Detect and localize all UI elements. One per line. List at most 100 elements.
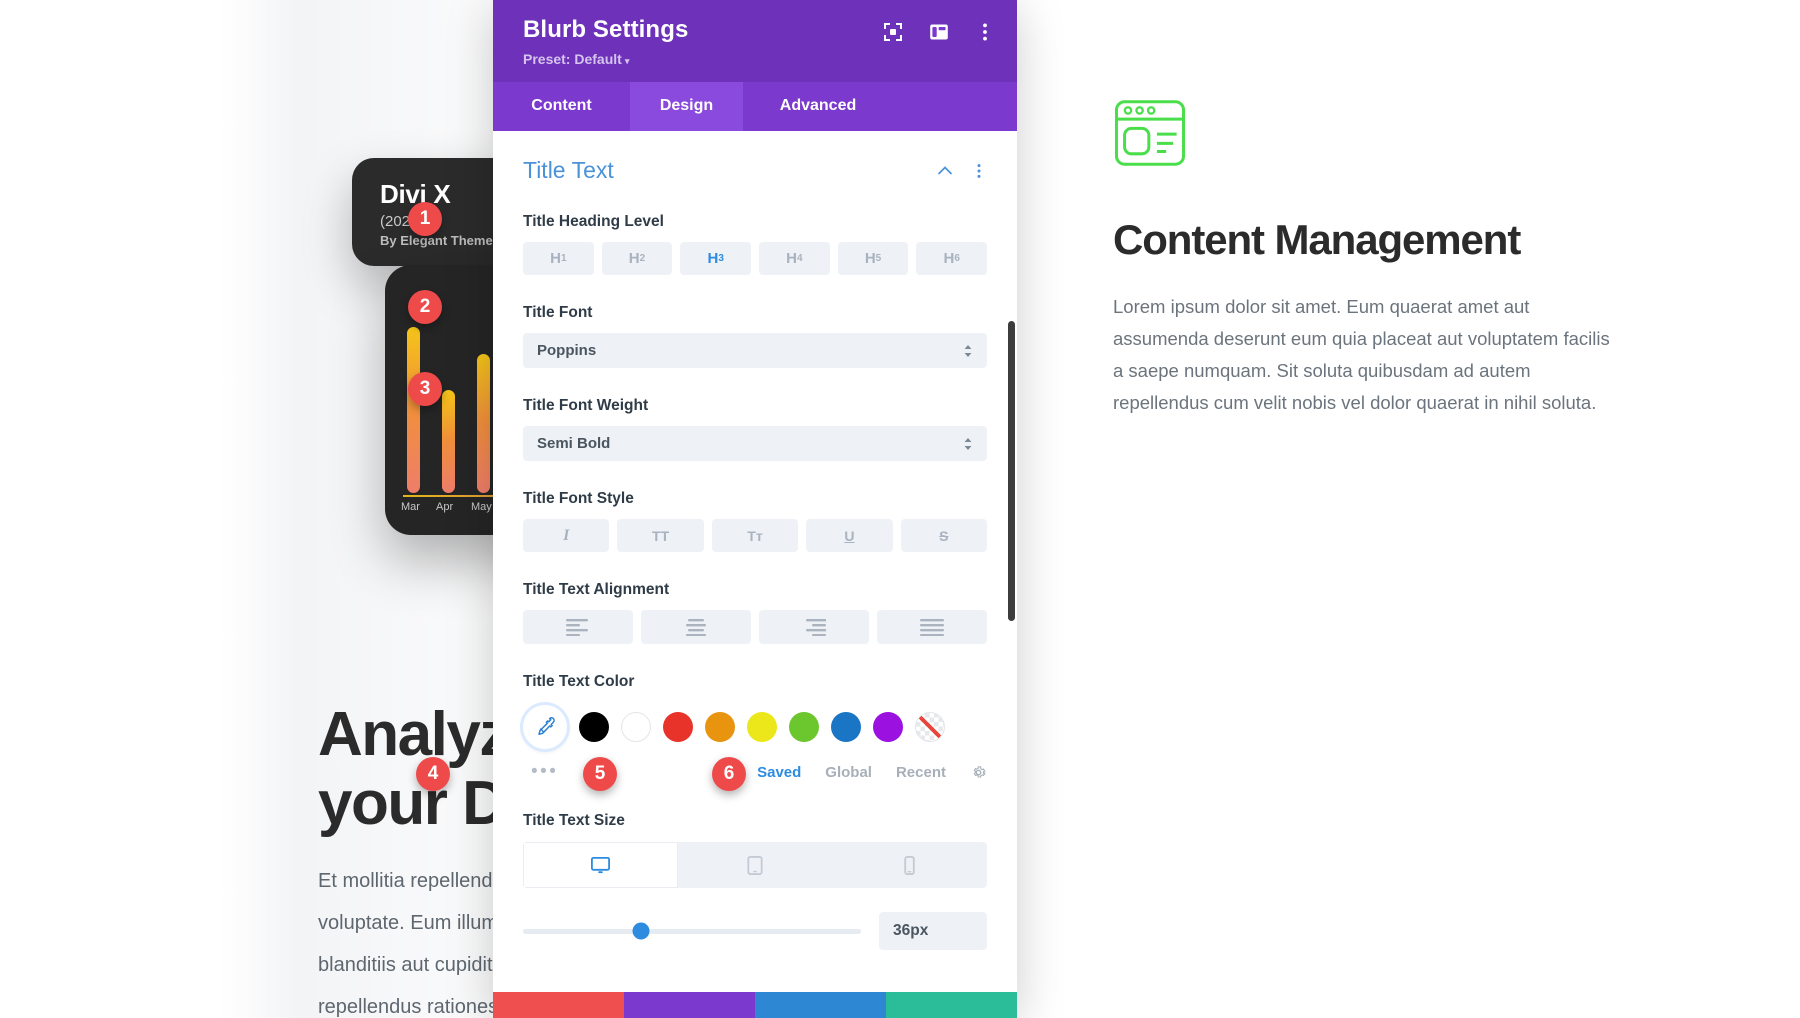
- fullscreen-icon[interactable]: [883, 22, 903, 42]
- chart-label-may: May: [471, 501, 492, 513]
- field-label: Title Font Style: [523, 490, 634, 507]
- tab-design[interactable]: Design: [630, 82, 743, 131]
- color-tab-recent[interactable]: Recent: [896, 764, 946, 781]
- title-font-value: Poppins: [537, 342, 597, 359]
- chart-bar-apr: [442, 390, 455, 493]
- split-view-icon[interactable]: [929, 22, 949, 42]
- title-font-select[interactable]: Poppins: [523, 333, 987, 368]
- color-tab-saved[interactable]: Saved: [757, 764, 801, 781]
- field-label: Title Font: [523, 304, 593, 321]
- annotation-badge-3: 3: [408, 372, 442, 406]
- field-label: Title Font Weight: [523, 397, 649, 414]
- gear-icon[interactable]: [970, 764, 987, 781]
- content-management-block: Content Management Lorem ipsum dolor sit…: [1113, 96, 1633, 418]
- heading-level-h2[interactable]: H2: [601, 242, 673, 275]
- color-swatch-row: [523, 705, 987, 749]
- heading-level-h4[interactable]: H4: [759, 242, 830, 275]
- blurb-settings-modal: Blurb Settings Preset: Default ▾ Content…: [493, 0, 1017, 1018]
- align-justify-button[interactable]: [877, 610, 987, 644]
- color-swatch-orange[interactable]: [705, 712, 735, 742]
- chart-bar-mar: [407, 327, 420, 493]
- more-options-icon[interactable]: [971, 163, 987, 179]
- heading-level-h5[interactable]: H5: [837, 242, 909, 275]
- color-swatch-purple[interactable]: [873, 712, 903, 742]
- preview-title: Content Management: [1113, 216, 1521, 263]
- chart-label-mar: Mar: [401, 501, 420, 513]
- font-style-options: I TT Tт U S: [523, 519, 988, 552]
- annotation-badge-5: 5: [583, 757, 617, 791]
- device-tab-phone[interactable]: [832, 842, 987, 888]
- title-text-section-header: Title Text: [523, 157, 987, 184]
- text-size-value[interactable]: 36px: [879, 912, 987, 950]
- annotation-badge-6: 6: [712, 757, 746, 791]
- align-center-button[interactable]: [641, 610, 751, 644]
- device-tab-tablet[interactable]: [678, 842, 833, 888]
- field-label: Title Text Size: [523, 812, 625, 829]
- modal-footer-color-bar: [493, 992, 1017, 1018]
- title-font-weight-select[interactable]: Semi Bold: [523, 426, 987, 461]
- align-justify-icon: [920, 618, 944, 636]
- modal-tab-bar: Content Design Advanced: [493, 82, 1017, 131]
- desktop-icon: [590, 856, 610, 873]
- align-right-button[interactable]: [759, 610, 869, 644]
- field-label: Title Text Alignment: [523, 581, 670, 598]
- align-left-button[interactable]: [523, 610, 633, 644]
- modal-header: Blurb Settings Preset: Default ▾: [493, 0, 1017, 82]
- footer-segment-2: [624, 992, 755, 1018]
- more-colors-icon[interactable]: •••: [523, 761, 558, 783]
- section-tools: [937, 163, 987, 179]
- color-swatch-transparent[interactable]: [915, 712, 945, 742]
- color-swatch-red[interactable]: [663, 712, 693, 742]
- field-label: Title Text Color: [523, 673, 635, 690]
- tab-advanced[interactable]: Advanced: [743, 82, 893, 131]
- color-swatch-green[interactable]: [789, 712, 819, 742]
- preset-selector[interactable]: Preset: Default ▾: [523, 51, 688, 67]
- annotation-badge-1: 1: [408, 202, 442, 236]
- text-size-control: 36px: [523, 912, 987, 950]
- chart-label-apr: Apr: [436, 501, 454, 513]
- color-swatch-black[interactable]: [579, 712, 609, 742]
- section-title: Title Text: [523, 157, 614, 183]
- chevron-up-icon[interactable]: [937, 163, 953, 179]
- more-options-icon[interactable]: [975, 22, 995, 42]
- eyedropper-glyph: [538, 717, 555, 736]
- tab-content[interactable]: Content: [493, 82, 630, 131]
- field-title-font-style: Title Font Style I TT Tт U S: [523, 490, 988, 552]
- slider-thumb[interactable]: [632, 922, 650, 940]
- font-style-small-caps[interactable]: Tт: [711, 519, 799, 552]
- preview-paragraph: Lorem ipsum dolor sit amet. Eum quaerat …: [1113, 296, 1610, 413]
- field-title-text-size: Title Text Size 36px: [523, 812, 987, 950]
- preset-label: Preset: Default: [523, 51, 622, 67]
- device-tab-desktop[interactable]: [523, 842, 678, 888]
- device-breakpoint-tabs: [523, 842, 987, 888]
- title-font-weight-value: Semi Bold: [537, 435, 611, 452]
- color-swatch-blue[interactable]: [831, 712, 861, 742]
- color-swatch-white[interactable]: [621, 712, 651, 742]
- heading-level-h6[interactable]: H6: [916, 242, 988, 275]
- scrollbar-thumb[interactable]: [1008, 321, 1015, 621]
- align-left-icon: [566, 618, 588, 636]
- modal-header-actions: [883, 22, 995, 42]
- eyedropper-icon[interactable]: [523, 705, 567, 749]
- footer-segment-3: [755, 992, 886, 1018]
- color-tab-global[interactable]: Global: [825, 764, 872, 781]
- align-center-icon: [686, 618, 706, 636]
- footer-segment-4: [886, 992, 1017, 1018]
- heading-level-h1[interactable]: H1: [523, 242, 594, 275]
- annotation-badge-2: 2: [408, 290, 442, 324]
- field-label: Title Heading Level: [523, 213, 664, 230]
- scrollbar-track[interactable]: [1008, 191, 1015, 962]
- screenshot-root: Divi X (2020) By Elegant Themes Performa…: [0, 0, 1800, 1018]
- font-style-uppercase[interactable]: TT: [617, 519, 704, 552]
- heading-level-h3[interactable]: H3: [680, 242, 752, 275]
- modal-body: Title Text Title Heading Level H 1 H 2 H…: [493, 131, 1017, 992]
- tablet-icon: [747, 855, 763, 875]
- chevron-updown-icon: [964, 344, 972, 357]
- font-style-underline[interactable]: U: [806, 519, 893, 552]
- settings-scroll-area: Title Text Title Heading Level H 1 H 2 H…: [493, 131, 1017, 950]
- font-style-strikethrough[interactable]: S: [900, 519, 988, 552]
- font-style-italic[interactable]: I: [523, 519, 610, 552]
- text-size-slider[interactable]: [523, 922, 861, 940]
- color-swatch-yellow[interactable]: [747, 712, 777, 742]
- browser-window-icon: [1114, 100, 1186, 166]
